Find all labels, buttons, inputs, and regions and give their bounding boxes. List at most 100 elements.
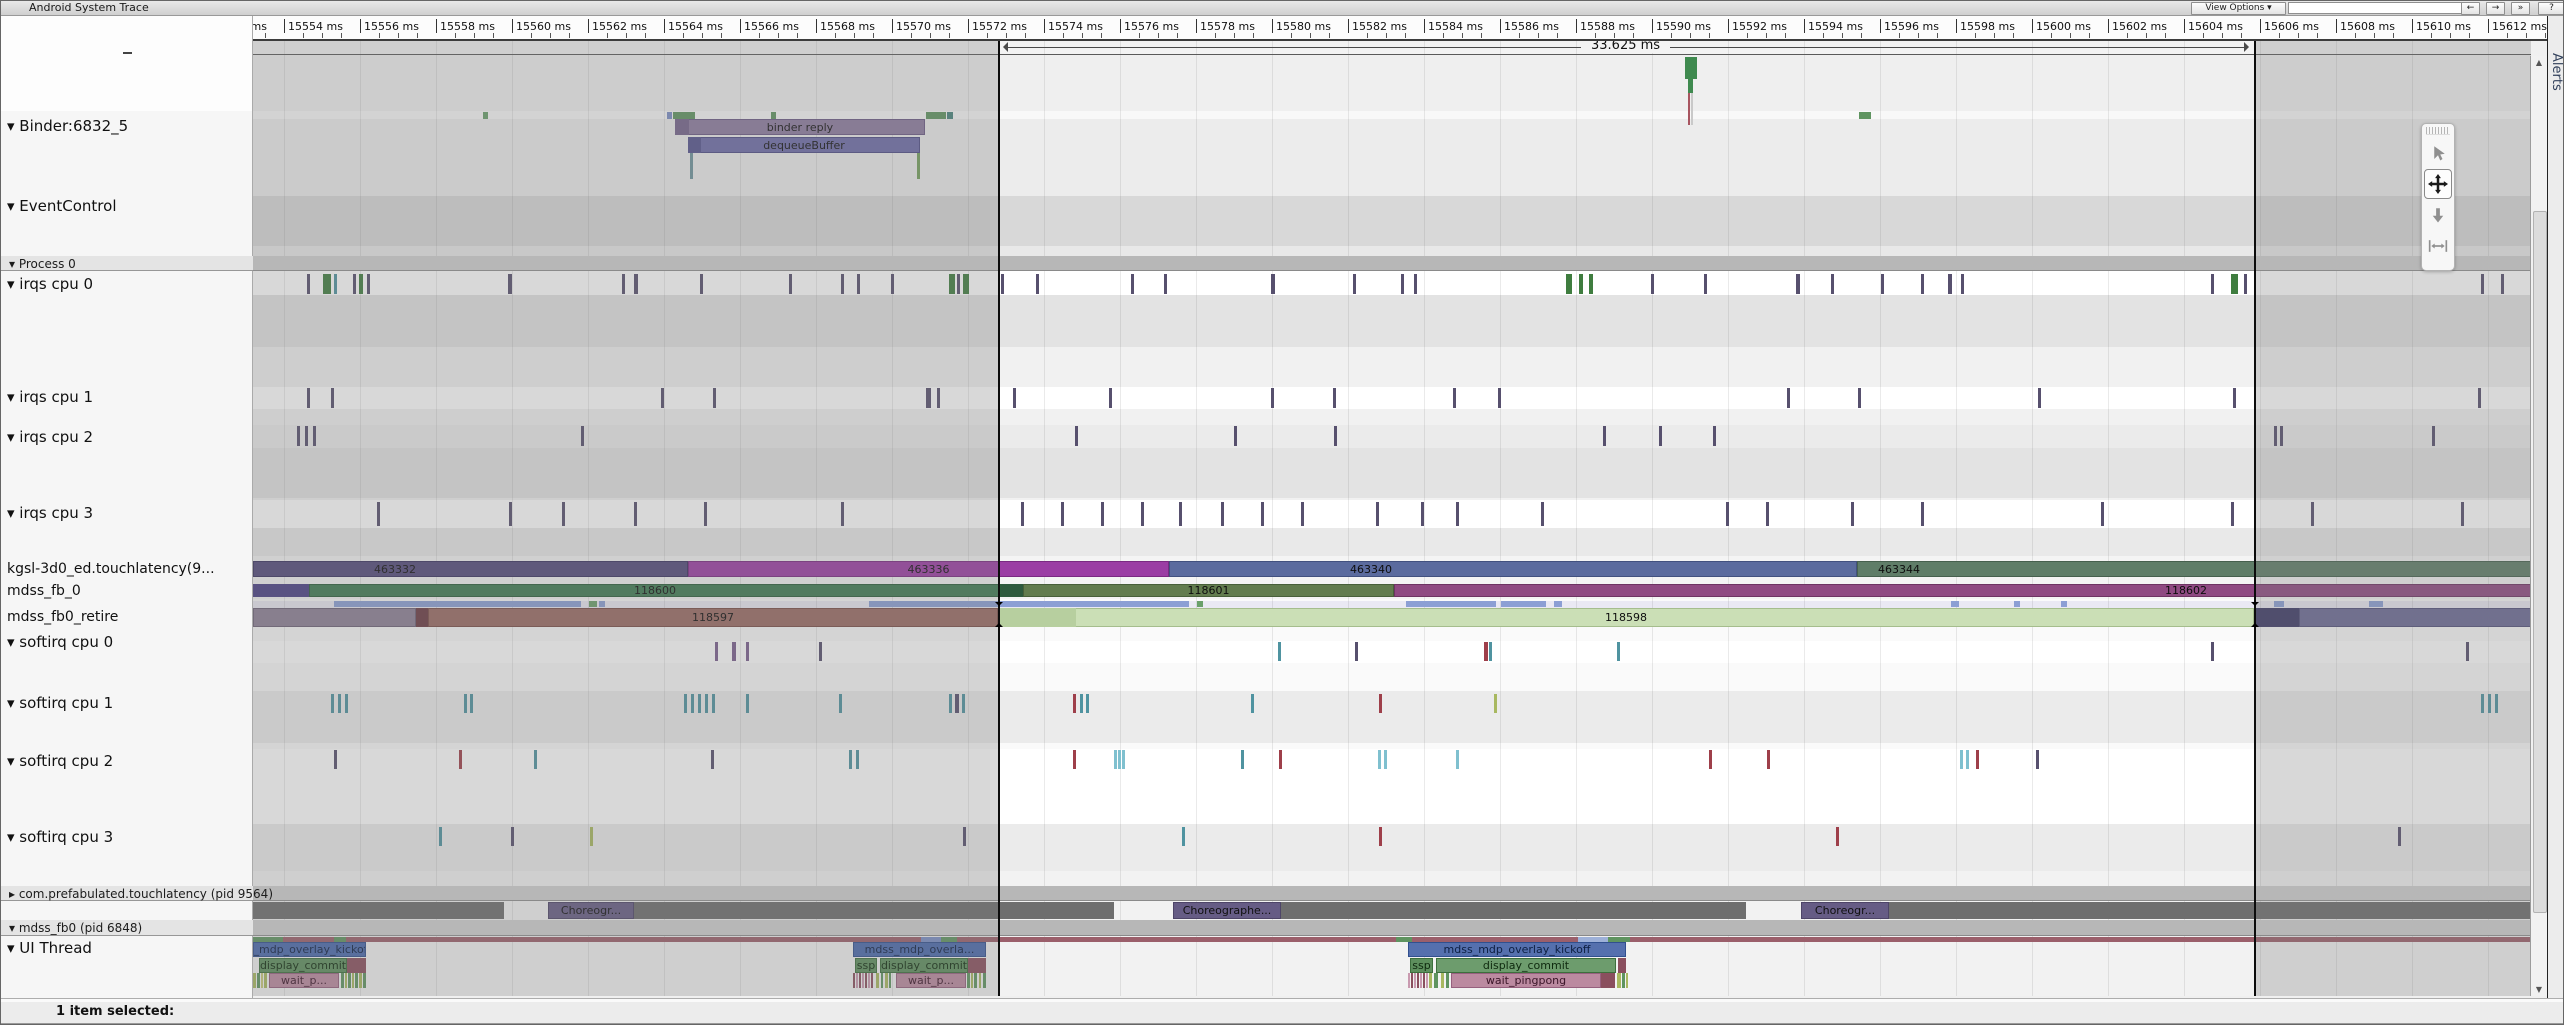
selection-tool-button[interactable]	[2424, 138, 2452, 168]
vertical-scrollbar[interactable]: ▲ ▼	[2530, 56, 2547, 996]
ruler-major-tick	[1424, 19, 1425, 33]
ruler-tick-label: 15564 ms	[668, 20, 723, 33]
selection-boundary-line[interactable]	[2254, 41, 2256, 996]
ruler-minor-tick	[1386, 33, 1387, 38]
ruler-tick-label: 15560 ms	[516, 20, 571, 33]
ruler-minor-tick	[987, 33, 988, 38]
ruler-minor-tick	[531, 33, 532, 38]
timeline-ruler[interactable]: 15552 ms15554 ms15556 ms15558 ms15560 ms…	[253, 15, 2547, 41]
status-bar: 1 item selected:	[1, 998, 2564, 1024]
ruler-tick-label: 15600 ms	[2036, 20, 2091, 33]
ruler-minor-tick	[493, 33, 494, 38]
ruler-minor-tick	[2051, 33, 2052, 38]
ruler-major-tick	[2108, 19, 2109, 33]
ruler-minor-tick	[702, 33, 703, 38]
nav-forward-button[interactable]: →	[2486, 2, 2505, 15]
selection-boundary-line[interactable]	[998, 41, 1000, 996]
ruler-minor-tick	[1918, 33, 1919, 38]
ruler-minor-tick	[303, 33, 304, 38]
ruler-minor-tick	[2241, 33, 2242, 38]
ruler-minor-tick	[778, 33, 779, 38]
ruler-tick-label: 15568 ms	[820, 20, 875, 33]
ruler-tick-label: 15552 ms	[253, 20, 267, 33]
ruler-major-tick	[284, 19, 285, 33]
ruler-minor-tick	[1253, 33, 1254, 38]
ruler-major-tick	[740, 19, 741, 33]
timing-tool-button[interactable]	[2424, 231, 2452, 261]
ruler-minor-tick	[2450, 33, 2451, 38]
measure-left-arrow-icon	[998, 42, 1008, 52]
ruler-tick-label: 15556 ms	[364, 20, 419, 33]
ruler-major-tick	[816, 19, 817, 33]
nav-back-button[interactable]: ←	[2461, 2, 2480, 15]
ruler-major-tick	[1652, 19, 1653, 33]
ruler-tick-label: 15606 ms	[2264, 20, 2319, 33]
ruler-minor-tick	[1405, 33, 1406, 38]
ruler-minor-tick	[1557, 33, 1558, 38]
ruler-minor-tick	[1766, 33, 1767, 38]
zoom-tool-button[interactable]	[2424, 200, 2452, 230]
ruler-minor-tick	[1215, 33, 1216, 38]
ruler-tick-label: 15566 ms	[744, 20, 799, 33]
ruler-minor-tick	[1671, 33, 1672, 38]
ruler-major-tick	[968, 19, 969, 33]
ruler-minor-tick	[1310, 33, 1311, 38]
ruler-major-tick	[588, 19, 589, 33]
horizontal-span-icon	[2428, 238, 2448, 254]
ruler-minor-tick	[2393, 33, 2394, 38]
window-title: Android System Trace	[29, 1, 149, 15]
ruler-minor-tick	[1785, 33, 1786, 38]
ruler-minor-tick	[2165, 33, 2166, 38]
ruler-major-tick	[360, 19, 361, 33]
ruler-minor-tick	[1823, 33, 1824, 38]
ruler-minor-tick	[721, 33, 722, 38]
title-bar: Android System Trace View Options ▾ ← → …	[1, 1, 2564, 16]
help-button[interactable]: ?	[2538, 2, 2564, 15]
ruler-minor-tick	[1101, 33, 1102, 38]
ruler-major-tick	[512, 19, 513, 33]
ruler-minor-tick	[2545, 33, 2546, 38]
ruler-minor-tick	[2507, 33, 2508, 38]
ruler-tick-label: 15594 ms	[1808, 20, 1863, 33]
search-input[interactable]	[2288, 2, 2462, 14]
ruler-major-tick	[2412, 19, 2413, 33]
view-options-button[interactable]: View Options ▾	[2191, 2, 2286, 15]
ruler-minor-tick	[2222, 33, 2223, 38]
scroll-down-icon[interactable]: ▼	[2531, 983, 2547, 996]
alerts-side-tab[interactable]: Alerts	[2547, 15, 2564, 998]
ruler-minor-tick	[1082, 33, 1083, 38]
ruler-major-tick	[1728, 19, 1729, 33]
ruler-tick-label: 15612 ms	[2492, 20, 2547, 33]
ruler-major-tick	[2336, 19, 2337, 33]
nav-skip-button[interactable]: »	[2511, 2, 2530, 15]
ruler-minor-tick	[322, 33, 323, 38]
ruler-tick-label: 15558 ms	[440, 20, 495, 33]
ruler-minor-tick	[873, 33, 874, 38]
ruler-tick-label: 15586 ms	[1504, 20, 1559, 33]
ruler-minor-tick	[1158, 33, 1159, 38]
ruler-minor-tick	[265, 33, 266, 38]
ruler-tick-label: 15608 ms	[2340, 20, 2395, 33]
ruler-minor-tick	[854, 33, 855, 38]
ruler-tick-label: 15570 ms	[896, 20, 951, 33]
ruler-minor-tick	[2013, 33, 2014, 38]
ruler-minor-tick	[683, 33, 684, 38]
scroll-up-icon[interactable]: ▲	[2531, 56, 2547, 69]
scrollbar-thumb[interactable]	[2533, 211, 2547, 913]
ruler-tick-label: 15592 ms	[1732, 20, 1787, 33]
ruler-minor-tick	[569, 33, 570, 38]
palette-grip-handle[interactable]	[2426, 127, 2450, 135]
pan-tool-button[interactable]	[2424, 169, 2452, 199]
ruler-minor-tick	[949, 33, 950, 38]
ruler-tick-label: 15604 ms	[2188, 20, 2243, 33]
ruler-minor-tick	[1975, 33, 1976, 38]
ruler-minor-tick	[1367, 33, 1368, 38]
ruler-tick-label: 15610 ms	[2416, 20, 2471, 33]
ruler-tick-label: 15572 ms	[972, 20, 1027, 33]
ruler-minor-tick	[1937, 33, 1938, 38]
ruler-major-tick	[1956, 19, 1957, 33]
alerts-tab-label[interactable]: Alerts	[2549, 53, 2564, 91]
ruler-minor-tick	[2279, 33, 2280, 38]
ruler-tick-label: 15576 ms	[1124, 20, 1179, 33]
ruler-minor-tick	[835, 33, 836, 38]
